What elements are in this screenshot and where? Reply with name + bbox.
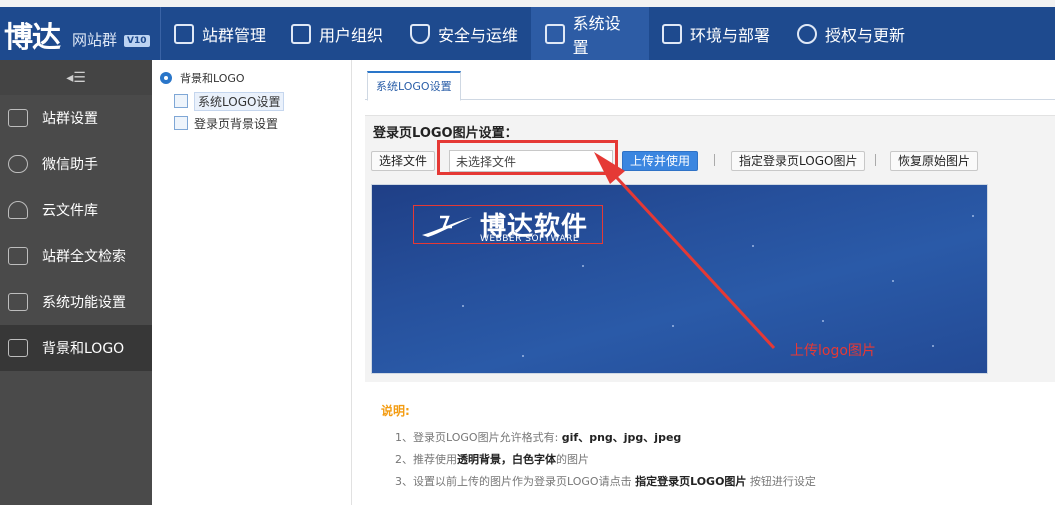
tree-root[interactable]: 背景和LOGO bbox=[160, 70, 245, 86]
wechat-icon bbox=[8, 155, 28, 173]
note-item: 3、设置以前上传的图片作为登录页LOGO请点击 指定登录页LOGO图片 按钮进行… bbox=[381, 471, 816, 493]
nav-security-ops[interactable]: 安全与运维 bbox=[396, 7, 532, 60]
sidebar-item-fulltext-search[interactable]: 站群全文检索 bbox=[0, 233, 152, 279]
user-org-icon bbox=[291, 23, 311, 44]
nav-user-org[interactable]: 用户组织 bbox=[277, 7, 397, 60]
note-item: 1、登录页LOGO图片允许格式有: gif、png、jpg、jpeg bbox=[381, 427, 816, 449]
star bbox=[892, 280, 894, 282]
choose-file-button[interactable]: 选择文件 bbox=[371, 151, 436, 171]
nav-site-manage[interactable]: 站群管理 bbox=[160, 7, 280, 60]
note-text: 按钮进行设定 bbox=[746, 475, 816, 488]
logo-product-text: 网站群 bbox=[72, 31, 118, 49]
note-emphasis: 透明背景，白色字体 bbox=[457, 453, 556, 466]
main-content: 系统LOGO设置 登录页LOGO图片设置： 选择文件 未选择文件 上传并使用 指… bbox=[353, 60, 1055, 505]
sidebar-item-label: 站群设置 bbox=[42, 111, 98, 127]
star bbox=[752, 245, 754, 247]
sidebar-item-label: 站群全文检索 bbox=[42, 249, 126, 265]
upload-and-use-button[interactable]: 上传并使用 bbox=[622, 151, 699, 171]
note-text: 2、推荐使用 bbox=[395, 453, 457, 466]
tab-bar: 系统LOGO设置 bbox=[365, 70, 1055, 101]
settings-tree: 背景和LOGO 系统LOGO设置 登录页背景设置 bbox=[152, 60, 352, 505]
star bbox=[522, 355, 524, 357]
sidebar-item-label: 背景和LOGO bbox=[42, 341, 125, 357]
note-emphasis: 指定登录页LOGO图片 bbox=[635, 475, 747, 488]
logo-preview: 博达软件 WEBBER SOFTWARE 上传logo图片 bbox=[371, 184, 988, 374]
tree-root-label: 背景和LOGO bbox=[180, 72, 245, 85]
sidebar-item-site-settings[interactable]: 站群设置 bbox=[0, 95, 152, 141]
nav-label: 站群管理 bbox=[202, 25, 267, 45]
license-icon bbox=[797, 23, 817, 44]
restore-original-button[interactable]: 恢复原始图片 bbox=[890, 151, 979, 171]
brand-name-en: WEBBER SOFTWARE bbox=[480, 234, 580, 244]
note-text: 3、设置以前上传的图片作为登录页LOGO请点击 bbox=[395, 475, 636, 488]
logo-brand-text: 博达 bbox=[4, 20, 61, 54]
brand-highlight-box: 博达软件 WEBBER SOFTWARE bbox=[413, 205, 603, 244]
nav-license-update[interactable]: 授权与更新 bbox=[783, 7, 919, 60]
star bbox=[822, 320, 824, 322]
system-settings-icon bbox=[545, 23, 565, 44]
search-doc-icon bbox=[8, 247, 28, 265]
sidebar: ◂☰ 站群设置 微信助手 云文件库 站群全文检索 系统功能设置 背景和LOGO bbox=[0, 60, 152, 505]
notes-section: 说明: 1、登录页LOGO图片允许格式有: gif、png、jpg、jpeg 2… bbox=[381, 402, 816, 493]
button-divider bbox=[875, 154, 876, 166]
sidebar-collapse-toggle[interactable]: ◂☰ bbox=[0, 60, 152, 95]
panel-title: 登录页LOGO图片设置： bbox=[373, 126, 518, 141]
note-emphasis: gif、png、jpg、jpeg bbox=[561, 431, 682, 444]
note-text: 的图片 bbox=[556, 453, 589, 466]
sidebar-item-system-functions[interactable]: 系统功能设置 bbox=[0, 279, 152, 325]
tab-system-logo[interactable]: 系统LOGO设置 bbox=[367, 71, 461, 101]
star bbox=[672, 325, 674, 327]
sidebar-item-wechat[interactable]: 微信助手 bbox=[0, 141, 152, 187]
sidebar-item-label: 系统功能设置 bbox=[42, 295, 126, 311]
top-navbar: 博达 网站群 V10 站群管理 用户组织 安全与运维 系统设置 环境与部署 授权… bbox=[0, 0, 1055, 60]
site-settings-icon bbox=[8, 109, 28, 127]
sidebar-item-label: 云文件库 bbox=[42, 203, 98, 219]
image-icon bbox=[8, 339, 28, 357]
button-divider bbox=[714, 154, 715, 166]
tree-node-login-background[interactable]: 登录页背景设置 bbox=[174, 113, 278, 133]
upload-annotation: 上传logo图片 bbox=[790, 343, 876, 359]
nav-label: 系统设置 bbox=[572, 13, 621, 57]
star bbox=[932, 345, 934, 347]
nav-label: 安全与运维 bbox=[438, 25, 519, 45]
note-item: 2、推荐使用透明背景，白色字体的图片 bbox=[381, 449, 816, 471]
star bbox=[972, 215, 974, 217]
sidebar-item-cloud-files[interactable]: 云文件库 bbox=[0, 187, 152, 233]
nav-system-settings[interactable]: 系统设置 bbox=[531, 7, 649, 60]
tree-node-system-logo[interactable]: 系统LOGO设置 bbox=[174, 91, 285, 111]
cloud-icon bbox=[8, 201, 28, 219]
sidebar-item-label: 微信助手 bbox=[42, 157, 98, 173]
logo-settings-panel: 登录页LOGO图片设置： 选择文件 未选择文件 上传并使用 指定登录页LOGO图… bbox=[365, 115, 1055, 382]
tree-node-label: 登录页背景设置 bbox=[194, 116, 279, 131]
notes-title: 说明: bbox=[381, 404, 410, 418]
site-manage-icon bbox=[174, 23, 194, 44]
nav-label: 用户组织 bbox=[319, 25, 384, 45]
highlight-box bbox=[437, 140, 618, 175]
nav-label: 环境与部署 bbox=[690, 25, 771, 45]
shield-icon bbox=[410, 23, 430, 44]
settings-doc-icon bbox=[174, 94, 188, 108]
webber-logo-mark-icon bbox=[422, 215, 472, 237]
deploy-icon bbox=[662, 23, 682, 44]
note-text: 1、登录页LOGO图片允许格式有: bbox=[395, 431, 562, 444]
tree-node-label: 系统LOGO设置 bbox=[194, 91, 285, 111]
nav-env-deploy[interactable]: 环境与部署 bbox=[648, 7, 784, 60]
star bbox=[462, 305, 464, 307]
sidebar-item-background-logo[interactable]: 背景和LOGO bbox=[0, 325, 152, 371]
settings-doc-icon bbox=[174, 116, 188, 130]
settings-doc-icon bbox=[8, 293, 28, 311]
version-badge: V10 bbox=[124, 35, 150, 47]
gear-icon bbox=[160, 72, 172, 84]
star bbox=[582, 265, 584, 267]
app-logo[interactable]: 博达 网站群 V10 bbox=[0, 7, 158, 60]
nav-label: 授权与更新 bbox=[825, 25, 906, 45]
assign-login-logo-button[interactable]: 指定登录页LOGO图片 bbox=[731, 151, 866, 171]
